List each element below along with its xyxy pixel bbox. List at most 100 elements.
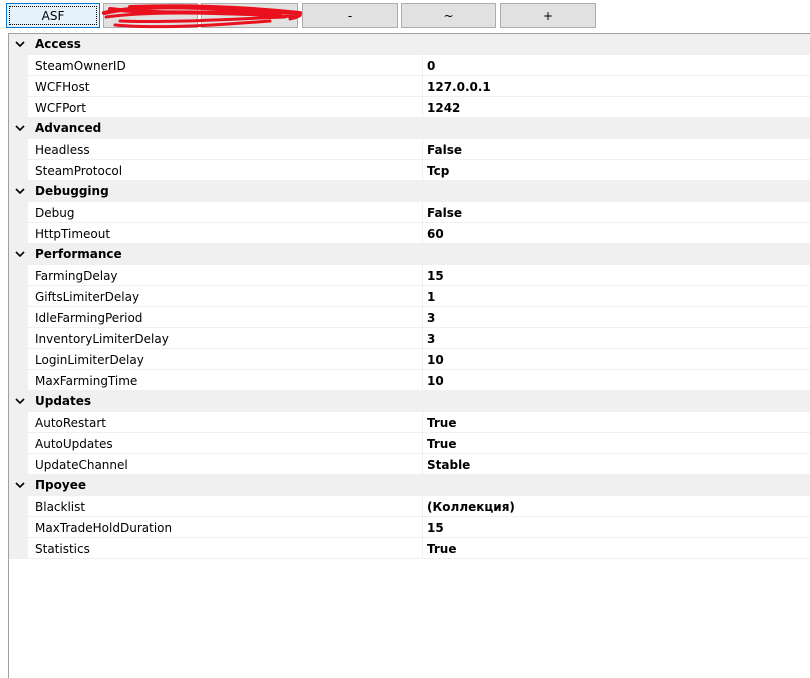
property-value[interactable]: 10	[427, 353, 444, 367]
column-separator[interactable]	[422, 97, 423, 118]
column-separator[interactable]	[422, 265, 423, 286]
property-value[interactable]: 15	[427, 269, 444, 283]
property-value[interactable]: 10	[427, 374, 444, 388]
property-value[interactable]: 127.0.0.1	[427, 80, 491, 94]
row-margin	[9, 496, 28, 517]
property-row[interactable]: GiftsLimiterDelay 1	[9, 286, 810, 307]
property-row[interactable]: IdleFarmingPeriod 3	[9, 307, 810, 328]
chevron-down-icon[interactable]	[13, 395, 27, 407]
category-row[interactable]: Performance	[9, 244, 810, 265]
property-value[interactable]: 15	[427, 521, 444, 535]
property-value[interactable]: False	[427, 206, 462, 220]
column-separator[interactable]	[422, 160, 423, 181]
row-margin	[9, 286, 28, 307]
chevron-down-icon[interactable]	[13, 479, 27, 491]
add-button[interactable]: +	[500, 3, 596, 28]
property-value[interactable]: 0	[427, 59, 435, 73]
property-value[interactable]: 1242	[427, 101, 460, 115]
property-value[interactable]: True	[427, 542, 456, 556]
column-separator[interactable]	[422, 517, 423, 538]
property-row[interactable]: SteamOwnerID 0	[9, 55, 810, 76]
column-separator[interactable]	[422, 76, 423, 97]
property-value[interactable]: Stable	[427, 458, 470, 472]
column-separator[interactable]	[422, 496, 423, 517]
property-name: HttpTimeout	[35, 227, 111, 241]
column-separator[interactable]	[422, 223, 423, 244]
category-label: Access	[35, 37, 81, 51]
property-grid: Access SteamOwnerID 0 WCFHost 127.0.0.1 WCFPo…	[8, 33, 810, 678]
property-row[interactable]: Headless False	[9, 139, 810, 160]
property-row[interactable]: WCFPort 1242	[9, 97, 810, 118]
row-divider	[28, 558, 810, 559]
property-row[interactable]: MaxFarmingTime 10	[9, 370, 810, 391]
property-name: Debug	[35, 206, 75, 220]
column-separator[interactable]	[422, 139, 423, 160]
row-margin	[9, 538, 28, 559]
property-name: LoginLimiterDelay	[35, 353, 144, 367]
property-name: SteamProtocol	[35, 164, 123, 178]
property-row[interactable]: AutoRestart True	[9, 412, 810, 433]
property-value[interactable]: 1	[427, 290, 435, 304]
category-row[interactable]: Access	[9, 34, 810, 55]
rename-button[interactable]: ~	[401, 3, 496, 28]
property-value[interactable]: False	[427, 143, 462, 157]
row-margin	[9, 433, 28, 454]
remove-button[interactable]: -	[302, 3, 398, 28]
property-value[interactable]: True	[427, 437, 456, 451]
column-separator[interactable]	[422, 454, 423, 475]
row-margin	[9, 349, 28, 370]
column-separator[interactable]	[422, 538, 423, 559]
category-row[interactable]: Проуее	[9, 475, 810, 496]
category-row[interactable]: Advanced	[9, 118, 810, 139]
property-name: MaxFarmingTime	[35, 374, 138, 388]
property-value[interactable]: 3	[427, 332, 435, 346]
row-margin	[9, 454, 28, 475]
redaction-scribble	[102, 4, 302, 29]
property-row[interactable]: UpdateChannel Stable	[9, 454, 810, 475]
row-margin	[9, 517, 28, 538]
property-value[interactable]: 60	[427, 227, 444, 241]
property-row[interactable]: WCFHost 127.0.0.1	[9, 76, 810, 97]
grid-margin	[9, 559, 10, 678]
property-row[interactable]: Blacklist (Коллекция)	[9, 496, 810, 517]
property-name: UpdateChannel	[35, 458, 128, 472]
property-row[interactable]: SteamProtocol Tcp	[9, 160, 810, 181]
property-name: WCFHost	[35, 80, 90, 94]
column-separator[interactable]	[422, 412, 423, 433]
property-row[interactable]: HttpTimeout 60	[9, 223, 810, 244]
property-row[interactable]: InventoryLimiterDelay 3	[9, 328, 810, 349]
property-row[interactable]: Debug False	[9, 202, 810, 223]
chevron-down-icon[interactable]	[13, 122, 27, 134]
row-margin	[9, 202, 28, 223]
category-row[interactable]: Debugging	[9, 181, 810, 202]
property-value[interactable]: True	[427, 416, 456, 430]
property-name: Blacklist	[35, 500, 86, 514]
chevron-down-icon[interactable]	[13, 185, 27, 197]
column-separator[interactable]	[422, 328, 423, 349]
category-label: Updates	[35, 394, 92, 408]
row-margin	[9, 370, 28, 391]
property-value[interactable]: 3	[427, 311, 435, 325]
chevron-down-icon[interactable]	[13, 38, 27, 50]
row-margin	[9, 223, 28, 244]
column-separator[interactable]	[422, 55, 423, 76]
column-separator[interactable]	[422, 286, 423, 307]
column-separator[interactable]	[422, 349, 423, 370]
column-separator[interactable]	[422, 433, 423, 454]
property-name: InventoryLimiterDelay	[35, 332, 169, 346]
column-separator[interactable]	[422, 202, 423, 223]
chevron-down-icon[interactable]	[13, 248, 27, 260]
column-separator[interactable]	[422, 370, 423, 391]
category-row[interactable]: Updates	[9, 391, 810, 412]
column-separator[interactable]	[422, 307, 423, 328]
asf-button[interactable]: ASF	[6, 3, 100, 28]
property-row[interactable]: MaxTradeHoldDuration 15	[9, 517, 810, 538]
property-row[interactable]: AutoUpdates True	[9, 433, 810, 454]
property-row[interactable]: Statistics True	[9, 538, 810, 559]
property-name: Statistics	[35, 542, 90, 556]
property-row[interactable]: LoginLimiterDelay 10	[9, 349, 810, 370]
property-name: IdleFarmingPeriod	[35, 311, 143, 325]
property-row[interactable]: FarmingDelay 15	[9, 265, 810, 286]
property-value[interactable]: Tcp	[427, 164, 449, 178]
property-value[interactable]: (Коллекция)	[427, 500, 515, 514]
